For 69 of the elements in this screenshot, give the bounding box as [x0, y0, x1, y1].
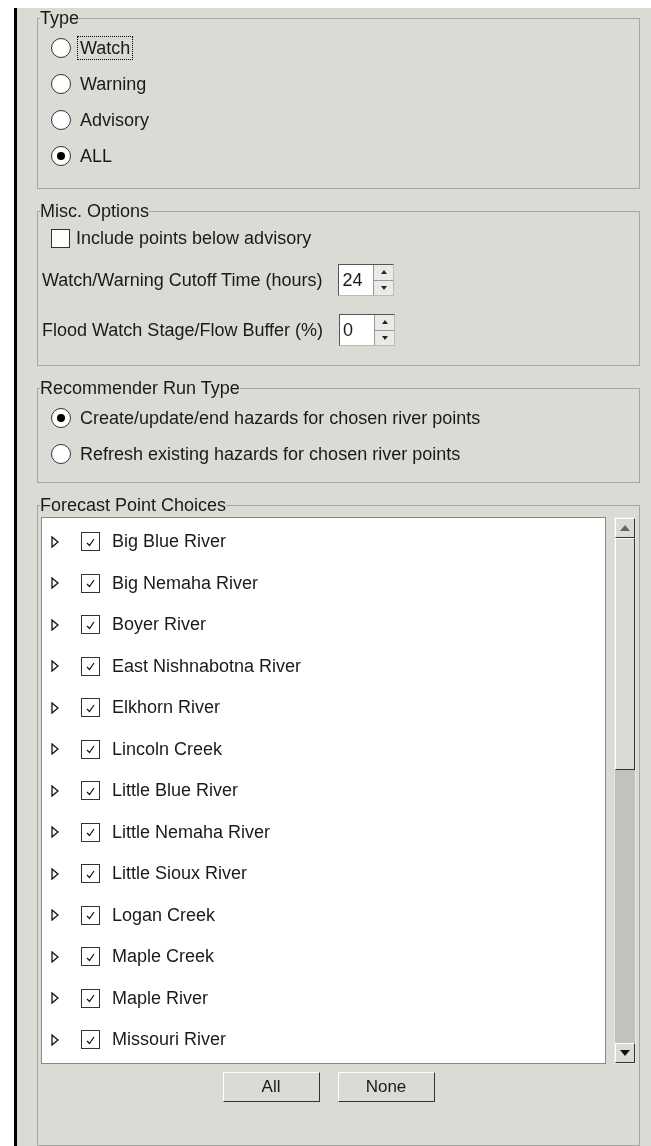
radio-button[interactable] — [51, 74, 71, 94]
check-icon — [85, 1034, 96, 1045]
check-icon — [85, 910, 96, 921]
check-icon — [85, 702, 96, 713]
spinner-label: Watch/Warning Cutoff Time (hours) — [42, 268, 323, 292]
radio-button[interactable] — [51, 146, 71, 166]
checkbox[interactable] — [81, 739, 100, 759]
scrollbar[interactable] — [614, 517, 636, 1064]
check-icon — [85, 868, 96, 879]
check-icon — [85, 578, 96, 589]
checkbox[interactable] — [81, 988, 100, 1008]
tree-item-label[interactable]: Elkhorn River — [112, 694, 221, 722]
tree-item-label[interactable]: Little Blue River — [112, 777, 239, 805]
down-arrow-icon — [620, 1049, 630, 1056]
action-button[interactable]: None — [337, 1071, 435, 1102]
action-button[interactable]: All — [222, 1071, 320, 1102]
spinner-label: Flood Watch Stage/Flow Buffer (%) — [42, 318, 324, 342]
radio-label[interactable]: Warning — [77, 72, 150, 96]
scroll-up-button[interactable] — [615, 518, 635, 538]
spin-box[interactable]: 24 — [338, 264, 395, 296]
check-icon — [85, 619, 96, 630]
radio-label[interactable]: Advisory — [77, 108, 153, 132]
radio-button[interactable] — [51, 408, 71, 428]
checkbox[interactable] — [81, 532, 100, 552]
radio-button[interactable] — [51, 38, 71, 58]
tree-item-label[interactable]: Logan Creek — [112, 901, 216, 929]
radio-label[interactable]: Refresh existing hazards for chosen river points — [77, 442, 464, 466]
checkbox[interactable] — [81, 864, 100, 884]
radio-button[interactable] — [51, 444, 71, 464]
up-arrow-icon — [620, 525, 630, 531]
checkbox[interactable] — [51, 228, 70, 248]
tree-item-label[interactable]: Big Nemaha River — [112, 569, 259, 597]
checkbox[interactable] — [81, 947, 100, 967]
tree-item-label[interactable]: East Nishnabotna River — [112, 652, 302, 680]
tree-item-label[interactable]: Lincoln Creek — [112, 735, 223, 763]
tree-item-label[interactable]: Little Nemaha River — [112, 818, 271, 846]
radio-label[interactable]: Create/update/end hazards for chosen river points — [77, 406, 484, 430]
check-icon — [85, 951, 96, 962]
checkbox[interactable] — [81, 1030, 100, 1050]
checkbox[interactable] — [81, 781, 100, 801]
scroll-down-button[interactable] — [615, 1042, 635, 1063]
spin-box[interactable]: 0 — [339, 314, 396, 346]
checkbox[interactable] — [81, 822, 100, 842]
check-icon — [85, 785, 96, 796]
tree-item-label[interactable]: Maple Creek — [112, 943, 215, 971]
radio-label[interactable]: Watch — [77, 36, 134, 60]
checkbox[interactable] — [81, 573, 100, 593]
tree-item-label[interactable]: Missouri River — [112, 1026, 226, 1054]
check-icon — [85, 536, 96, 547]
tree-item-label[interactable]: Maple River — [112, 984, 209, 1012]
check-icon — [85, 827, 96, 838]
checkbox[interactable] — [81, 905, 100, 925]
checkbox[interactable] — [81, 615, 100, 635]
checkbox[interactable] — [81, 656, 100, 676]
group-label: Misc. Options — [40, 201, 150, 221]
checkbox-label[interactable]: Include points below advisory — [76, 224, 312, 252]
check-icon — [85, 993, 96, 1004]
group-label: Forecast Point Choices — [40, 495, 227, 515]
check-icon — [85, 661, 96, 672]
checkbox[interactable] — [81, 698, 100, 718]
scroll-thumb[interactable] — [615, 538, 635, 770]
tree-item-label[interactable]: Little Sioux River — [112, 860, 248, 888]
group-label: Recommender Run Type — [40, 378, 240, 398]
radio-button[interactable] — [51, 110, 71, 130]
tree-item-label[interactable]: Boyer River — [112, 611, 207, 639]
radio-label[interactable]: ALL — [77, 144, 116, 168]
group-label: Type — [40, 8, 80, 28]
tree-item-label[interactable]: Big Blue River — [112, 528, 227, 556]
check-icon — [85, 744, 96, 755]
